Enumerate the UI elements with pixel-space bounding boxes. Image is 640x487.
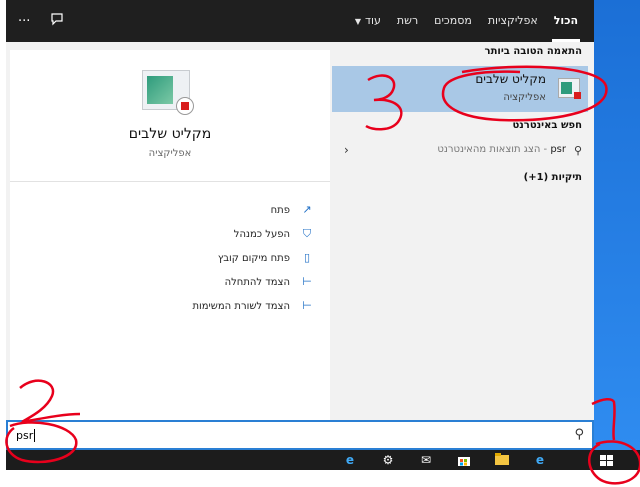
mail-icon[interactable]: ✉ [418,453,434,467]
edge-icon[interactable]: e [532,453,548,467]
folder-icon: ▯ [303,251,311,264]
tab-documents[interactable]: מסמכים [426,0,480,42]
action-label: הצמד לשורת המשימות [192,300,290,312]
web-search-header: חפש באינטרנט [512,120,582,131]
tab-all[interactable]: הכול [546,0,586,42]
windows-start-icon[interactable] [600,455,614,467]
feedback-icon[interactable] [50,12,64,30]
tab-web[interactable]: רשת [389,0,426,42]
ie-icon[interactable]: e [342,453,358,467]
chevron-down-icon: ▼ [354,17,362,26]
store-icon[interactable] [456,453,472,467]
web-suffix: - הצג תוצאות מהאינטרנט [437,144,551,155]
explorer-icon[interactable] [494,453,510,467]
search-input[interactable]: psr [16,429,36,442]
web-query: psr [550,144,566,155]
best-match-title: מקליט שלבים [475,72,546,86]
tab-apps[interactable]: אפליקציות [480,0,546,42]
steps-recorder-icon [558,78,581,99]
action-open[interactable]: ↗ פתח [114,198,314,222]
web-search-item[interactable]: ⚲ psr - הצג תוצאות מהאינטרנט ‹ [332,140,588,162]
result-preview-pane: מקליט שלבים אפליקציה ↗ פתח ⛉ הפעל כמנהל … [10,50,330,420]
shield-icon: ⛉ [302,227,312,240]
best-match-header: התאמה הטובה ביותר [484,46,582,57]
results-list: התאמה הטובה ביותר מקליט שלבים אפליקציה ח… [332,42,588,420]
steps-recorder-icon [142,70,194,115]
action-label: פתח מיקום קובץ [217,252,290,264]
preview-header: מקליט שלבים אפליקציה [10,50,330,182]
chevron-left-icon[interactable]: ‹ [344,143,349,157]
best-match-item[interactable]: מקליט שלבים אפליקציה [332,66,588,112]
tab-more[interactable]: עוד▼ [347,0,389,42]
taskbar: e ⚙ ✉ e [6,450,640,470]
action-label: הפעל כמנהל [233,228,290,240]
settings-icon[interactable]: ⚙ [380,453,396,467]
ellipsis-icon[interactable]: ··· [18,14,30,29]
action-open-file-location[interactable]: ▯ פתח מיקום קובץ [114,246,314,270]
action-pin-to-start[interactable]: ⊣ הצמד להתחלה [114,270,314,294]
screen: הכול אפליקציות מסמכים רשת עוד▼ ··· מקליט… [0,0,640,487]
pin-icon: ⊣ [302,299,312,312]
action-pin-to-taskbar[interactable]: ⊣ הצמד לשורת המשימות [114,294,314,318]
action-label: הצמד להתחלה [224,276,290,288]
topbar-icons: ··· [18,0,64,42]
search-filter-bar: הכול אפליקציות מסמכים רשת עוד▼ ··· [6,0,594,42]
action-label: פתח [270,204,290,216]
folders-header[interactable]: תיקיות (1+) [524,172,582,183]
search-icon: ⚲ [574,427,584,442]
best-match-subtitle: אפליקציה [503,92,546,103]
preview-subtitle: אפליקציה [148,148,192,159]
search-icon: ⚲ [573,144,582,157]
open-icon: ↗ [302,203,312,216]
tab-more-label: עוד [365,14,381,27]
action-run-as-admin[interactable]: ⛉ הפעל כמנהל [114,222,314,246]
search-box[interactable]: psr ⚲ [6,420,594,450]
pin-icon: ⊣ [302,275,312,288]
desktop-background [594,0,640,450]
preview-title: מקליט שלבים [128,126,212,142]
web-search-text: psr - הצג תוצאות מהאינטרנט [437,144,566,155]
preview-actions: ↗ פתח ⛉ הפעל כמנהל ▯ פתח מיקום קובץ ⊣ הצ… [114,198,314,318]
